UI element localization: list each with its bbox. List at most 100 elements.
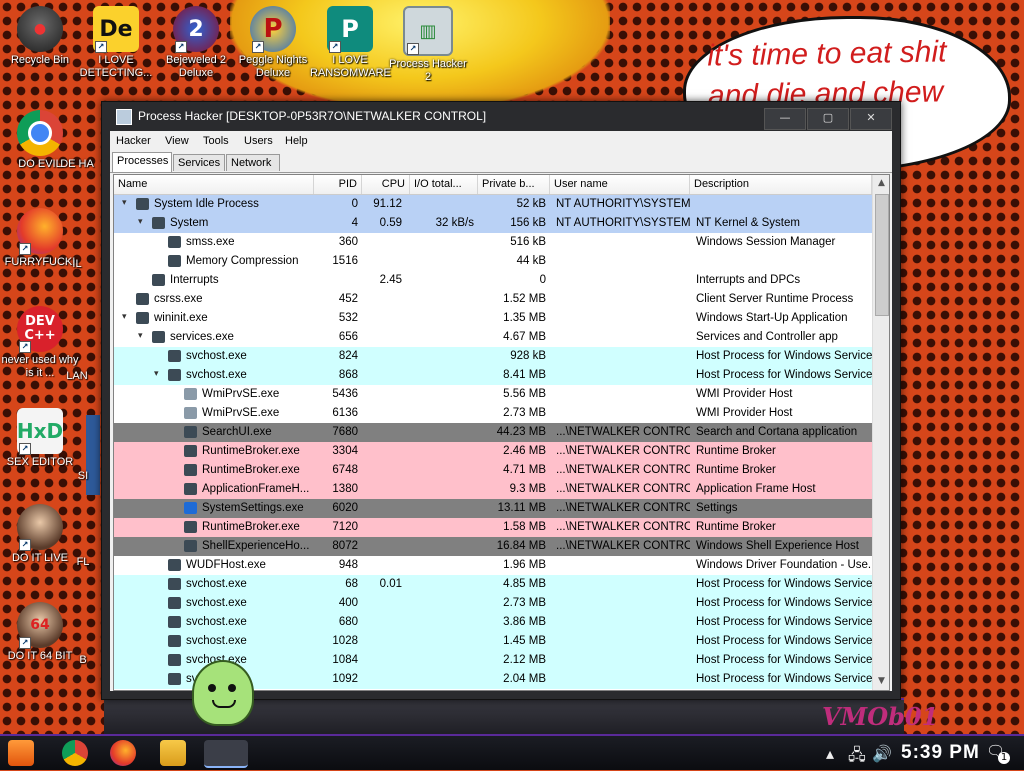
process-row[interactable]: ▾ System Idle Process 0 91.12 52 kB NT AUTHOR…: [114, 195, 872, 214]
tree-expand-chevron-icon[interactable]: ▾: [138, 216, 143, 227]
process-tree[interactable]: Name PID CPU I/O total... Private b... U…: [113, 174, 890, 691]
process-row[interactable]: ShellExperienceHo... 8072 16.84 MB ...\NETW…: [114, 537, 872, 556]
desktop-icon-i-love-ransomware[interactable]: P ↗ I LOVE RANSOMWARE: [310, 6, 391, 80]
tree-expand-chevron-icon[interactable]: ▾: [122, 197, 127, 208]
tab-processes[interactable]: Processes: [112, 152, 172, 172]
vertical-scrollbar[interactable]: ▲ ▼: [872, 175, 889, 690]
desktop-icon-i-love-detecting[interactable]: De ↗ I LOVE DETECTING...: [76, 6, 156, 80]
desktop-icon-peggle[interactable]: P ↗ Peggle Nights Deluxe: [233, 6, 313, 80]
process-row[interactable]: SystemSettings.exe 6020 13.11 MB ...\NETWAL…: [114, 499, 872, 518]
volume-icon[interactable]: 🔊: [872, 744, 892, 763]
process-row[interactable]: WUDFHost.exe 948 1.96 MB Windows Driver Fou…: [114, 556, 872, 575]
scroll-up-arrow-icon[interactable]: ▲: [873, 175, 889, 192]
process-row[interactable]: svchost.exe 1028 1.45 MB Host Process for W…: [114, 632, 872, 651]
tab-services[interactable]: Services: [173, 154, 225, 171]
wmi-icon: [184, 388, 197, 400]
process-cpu: [362, 537, 402, 556]
process-row[interactable]: ApplicationFrameH... 1380 9.3 MB ...\NETWAL…: [114, 480, 872, 499]
process-icon: [168, 597, 181, 609]
process-io: [410, 328, 474, 347]
process-priv: 3.86 MB: [503, 616, 546, 628]
process-name: System: [170, 217, 209, 229]
process-row[interactable]: svchost.exe 400 2.73 MB Host Process for Wi…: [114, 594, 872, 613]
process-row[interactable]: Interrupts 2.45 0 Interrupts and DPCs: [114, 271, 872, 290]
taskbar-firefox-icon[interactable]: [110, 740, 136, 766]
column-header-row: Name PID CPU I/O total... Private b... U…: [114, 175, 872, 195]
process-row[interactable]: WmiPrvSE.exe 6136 2.73 MB WMI Provider Host: [114, 404, 872, 423]
process-cpu: [362, 499, 402, 518]
taskbar-chrome-icon[interactable]: [62, 740, 88, 766]
process-row[interactable]: SearchUI.exe 7680 44.23 MB ...\NETWALKER CO…: [114, 423, 872, 442]
desktop-icon-sex-editor[interactable]: HxD ↗ SEX EDITOR: [0, 408, 80, 469]
process-user: [556, 347, 690, 366]
column-header-cpu[interactable]: CPU: [362, 175, 410, 194]
menu-users[interactable]: Users: [244, 135, 273, 147]
process-row[interactable]: RuntimeBroker.exe 6748 4.71 MB ...\NETWALKE…: [114, 461, 872, 480]
process-row[interactable]: RuntimeBroker.exe 3304 2.46 MB ...\NETWALKE…: [114, 442, 872, 461]
process-name: SystemSettings.exe: [202, 502, 304, 514]
tree-expand-chevron-icon[interactable]: ▾: [138, 330, 143, 341]
scroll-down-arrow-icon[interactable]: ▼: [873, 673, 889, 690]
menu-view[interactable]: View: [165, 135, 189, 147]
process-name: svchost.exe: [186, 597, 247, 609]
taskbar-file-explorer-icon[interactable]: [160, 740, 186, 766]
process-row[interactable]: ▾ wininit.exe 532 1.35 MB Windows Start-Up A…: [114, 309, 872, 328]
process-name: svchost.exe: [186, 578, 247, 590]
menu-help[interactable]: Help: [285, 135, 308, 147]
process-desc: Host Process for Windows Services: [696, 597, 872, 609]
process-name: SearchUI.exe: [202, 426, 272, 438]
menu-tools[interactable]: Tools: [203, 135, 229, 147]
desktop-icon-bejeweled[interactable]: 2 ↗ Bejeweled 2 Deluxe: [156, 6, 236, 80]
column-header-name[interactable]: Name: [114, 175, 314, 194]
tab-network[interactable]: Network: [226, 154, 280, 171]
desktop-icon-partial-il[interactable]: IL: [52, 258, 102, 271]
process-priv: 516 kB: [510, 236, 546, 248]
tray-chevron-icon[interactable]: ▴: [826, 744, 834, 763]
column-header-description[interactable]: Description: [690, 175, 872, 194]
process-row[interactable]: svchost.exe 824 928 kB Host Process for Win…: [114, 347, 872, 366]
desktop-icon-recycle-bin[interactable]: ● Recycle Bin: [0, 6, 80, 67]
column-header-pid[interactable]: PID: [314, 175, 362, 194]
process-name: services.exe: [170, 331, 234, 343]
column-header-user-name[interactable]: User name: [550, 175, 690, 194]
process-user: [556, 233, 690, 252]
process-row[interactable]: smss.exe 360 516 kB Windows Session Manager: [114, 233, 872, 252]
column-header-private-bytes[interactable]: Private b...: [478, 175, 550, 194]
process-row[interactable]: ▾ svchost.exe 868 8.41 MB Host Process for W…: [114, 366, 872, 385]
process-io: [410, 499, 474, 518]
network-icon[interactable]: 🖧: [848, 744, 866, 771]
process-cpu: [362, 632, 402, 651]
process-row[interactable]: RuntimeBroker.exe 7120 1.58 MB ...\NETWALKE…: [114, 518, 872, 537]
title-bar[interactable]: Process Hacker [DESKTOP-0P53R7O\NETWALKE…: [102, 102, 900, 130]
minimize-button[interactable]: —: [764, 108, 806, 130]
process-desc: WMI Provider Host: [696, 407, 793, 419]
process-row[interactable]: ▾ services.exe 656 4.67 MB Services and Cont…: [114, 328, 872, 347]
process-row[interactable]: svchost.exe 68 0.01 4.85 MB Host Process for…: [114, 575, 872, 594]
tree-expand-chevron-icon[interactable]: ▾: [154, 368, 159, 379]
tree-expand-chevron-icon[interactable]: ▾: [122, 311, 127, 322]
notification-icon[interactable]: 🗨 1: [986, 742, 1010, 764]
close-button[interactable]: ✕: [850, 108, 892, 130]
process-row[interactable]: WmiPrvSE.exe 5436 5.56 MB WMI Provider Host: [114, 385, 872, 404]
menu-hacker[interactable]: Hacker: [116, 135, 151, 147]
maximize-button[interactable]: ▢: [807, 108, 849, 130]
process-pid: 1380: [332, 483, 358, 495]
start-menu-icon[interactable]: [8, 740, 34, 766]
process-row[interactable]: svchost.exe 680 3.86 MB Host Process for Wi…: [114, 613, 872, 632]
taskbar-clock[interactable]: 5:39 PM: [901, 742, 980, 764]
process-user: ...\NETWALKER CONTROL: [556, 502, 690, 514]
process-row[interactable]: csrss.exe 452 1.52 MB Client Server Runtime…: [114, 290, 872, 309]
process-icon: [168, 255, 181, 267]
desktop-icon-process-hacker[interactable]: ▥ ↗ Process Hacker 2: [388, 6, 468, 84]
desktop-icon-dev-cpp[interactable]: DEV C++ ↗ never used why is it ...: [0, 306, 80, 380]
desktop-icon-partial-lan[interactable]: LAN: [52, 370, 102, 383]
column-header-io-total[interactable]: I/O total...: [410, 175, 478, 194]
taskbar-process-hacker-icon[interactable]: [204, 740, 248, 768]
scrollbar-thumb[interactable]: [875, 194, 889, 316]
process-user: [556, 651, 690, 670]
process-row[interactable]: Memory Compression 1516 44 kB: [114, 252, 872, 271]
process-row[interactable]: ▾ System 4 0.59 32 kB/s 156 kB NT AUTHORITY\SY…: [114, 214, 872, 233]
dev-cpp-icon: DEV C++ ↗: [17, 306, 63, 353]
desktop-icon-partial-de-ha[interactable]: DE HA: [52, 158, 102, 171]
process-cpu: [362, 252, 402, 271]
